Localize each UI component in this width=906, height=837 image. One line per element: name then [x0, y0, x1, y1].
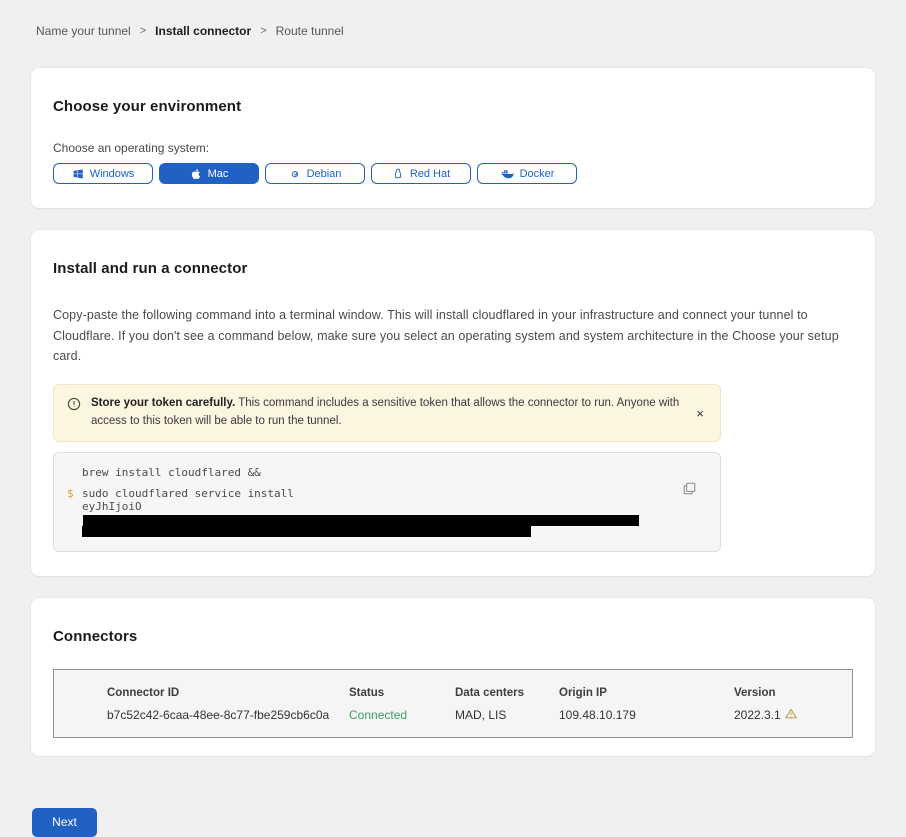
prompt-spacer — [67, 500, 82, 526]
token-prefix: eyJhIjoiO — [82, 500, 142, 513]
windows-logo-icon — [72, 168, 84, 180]
version-number: 2022.3.1 — [734, 708, 781, 722]
col-header-connector-id: Connector ID — [107, 687, 349, 699]
docker-whale-logo-icon — [500, 168, 514, 180]
token-warning-bold: Store your token carefully. — [91, 397, 235, 409]
os-button-label: Red Hat — [410, 168, 450, 180]
code-text: sudo cloudflared service install — [82, 487, 294, 500]
environment-card: Choose your environment Choose an operat… — [31, 68, 875, 208]
token-redaction-bar — [83, 515, 639, 526]
apple-logo-icon — [190, 168, 202, 180]
col-header-status: Status — [349, 687, 455, 699]
token-warning-banner: Store your token carefully. This command… — [53, 384, 721, 442]
code-line-token-2 — [67, 526, 680, 537]
code-token-text: eyJhIjoiO — [82, 500, 680, 526]
col-header-data-centers: Data centers — [455, 687, 559, 699]
cell-data-centers: MAD, LIS — [455, 708, 559, 722]
page: Name your tunnel > Install connector > R… — [0, 0, 906, 837]
shell-prompt: $ — [67, 487, 82, 500]
os-button-debian[interactable]: Debian — [265, 163, 365, 184]
cell-origin-ip: 109.48.10.179 — [559, 708, 734, 722]
os-button-group: Windows Mac Debian Red Hat — [53, 163, 845, 184]
os-button-redhat[interactable]: Red Hat — [371, 163, 471, 184]
connectors-table-header: Connector ID Status Data centers Origin … — [107, 687, 852, 699]
install-connector-card: Install and run a connector Copy-paste t… — [31, 230, 875, 576]
os-button-mac[interactable]: Mac — [159, 163, 259, 184]
code-text: brew install cloudflared && — [82, 466, 261, 479]
cell-version: 2022.3.1 — [734, 708, 852, 722]
os-button-label: Windows — [90, 168, 135, 180]
connectors-table: Connector ID Status Data centers Origin … — [53, 669, 853, 738]
install-card-description: Copy-paste the following command into a … — [53, 305, 845, 367]
prompt-spacer — [67, 466, 82, 479]
redhat-tux-logo-icon — [392, 168, 404, 180]
breadcrumb-step-route-tunnel[interactable]: Route tunnel — [276, 24, 344, 38]
prompt-spacer — [67, 526, 82, 537]
os-button-label: Mac — [208, 168, 229, 180]
code-line-brew: brew install cloudflared && — [67, 466, 680, 479]
code-line-install: $ sudo cloudflared service install — [67, 487, 680, 500]
copy-command-button[interactable] — [681, 480, 698, 500]
debian-logo-icon — [289, 168, 301, 180]
token-warning-text: Store your token carefully. This command… — [91, 395, 682, 431]
status-badge: Connected — [349, 708, 455, 722]
cell-connector-id: b7c52c42-6caa-48ee-8c77-fbe259cb6c0a — [107, 708, 349, 722]
install-command-codeblock: brew install cloudflared && $ sudo cloud… — [53, 452, 721, 552]
code-line-token: eyJhIjoiO — [67, 500, 680, 526]
breadcrumb-separator: > — [140, 25, 146, 37]
token-redaction-bar — [82, 526, 531, 537]
breadcrumb-step-install-connector[interactable]: Install connector — [155, 24, 251, 38]
connectors-card: Connectors Connector ID Status Data cent… — [31, 598, 875, 756]
table-row: b7c52c42-6caa-48ee-8c77-fbe259cb6c0a Con… — [107, 708, 852, 722]
environment-card-title: Choose your environment — [53, 98, 845, 115]
col-header-origin-ip: Origin IP — [559, 687, 734, 699]
banner-close-icon[interactable]: × — [692, 403, 708, 424]
alert-circle-icon — [67, 397, 81, 416]
next-button[interactable]: Next — [32, 808, 97, 837]
col-header-version: Version — [734, 687, 852, 699]
breadcrumb-separator: > — [260, 25, 266, 37]
version-warning-triangle-icon — [785, 708, 797, 722]
breadcrumb-step-name-your-tunnel[interactable]: Name your tunnel — [36, 24, 131, 38]
os-button-label: Docker — [520, 168, 555, 180]
os-button-docker[interactable]: Docker — [477, 163, 577, 184]
os-button-label: Debian — [307, 168, 342, 180]
connectors-card-title: Connectors — [53, 628, 845, 645]
install-card-title: Install and run a connector — [53, 260, 845, 277]
os-button-windows[interactable]: Windows — [53, 163, 153, 184]
os-select-label: Choose an operating system: — [53, 141, 845, 155]
breadcrumb: Name your tunnel > Install connector > R… — [31, 24, 875, 38]
